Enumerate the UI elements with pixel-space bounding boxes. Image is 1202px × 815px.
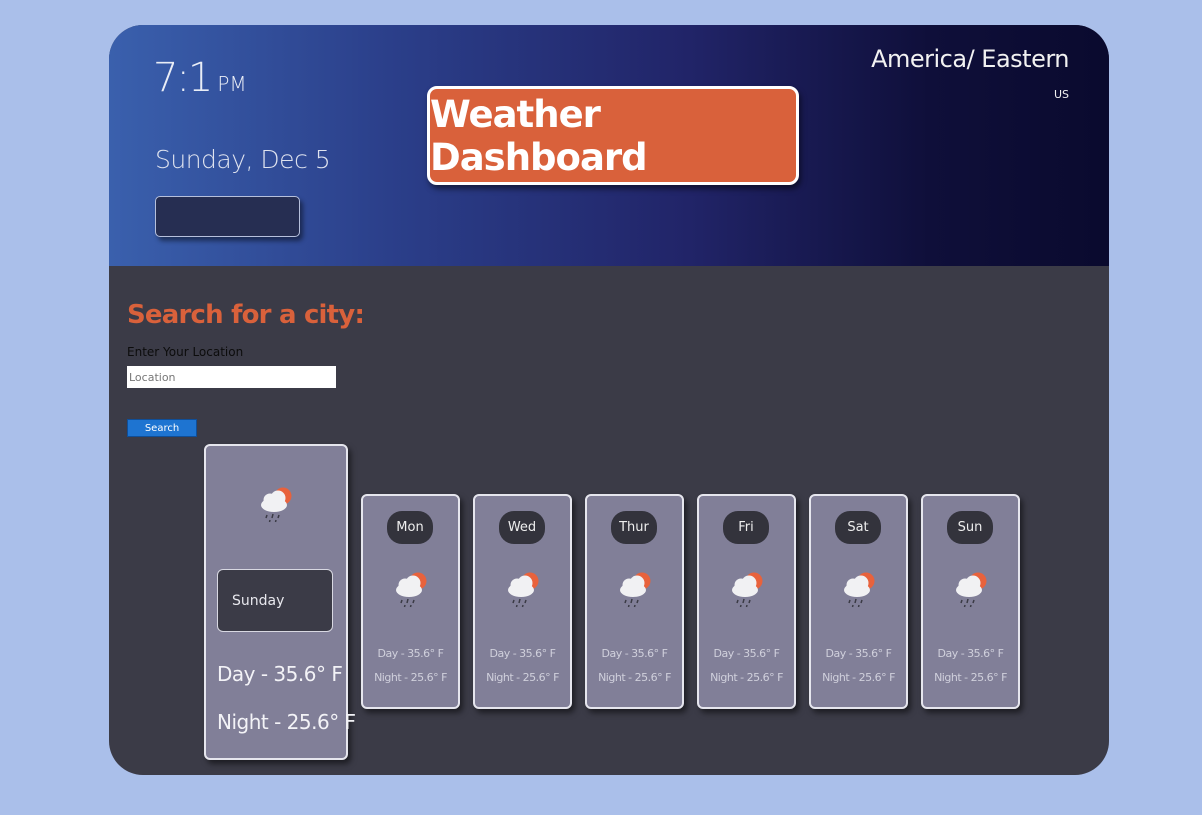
current-date: Sunday, Dec 5 [155, 145, 331, 174]
forecast-card: Thur Day - 35.6° F Night - 25.6° F [585, 494, 684, 709]
today-card: Sunday Day - 35.6° F Night - 25.6° F [204, 444, 356, 760]
forecast-night-temp: Night - 25.6° F [822, 671, 895, 684]
forecast-day-temp: Day - 35.6° F [377, 647, 445, 660]
forecast-day-label: Wed [499, 511, 545, 544]
weather-dashboard-app: 7:1 PM Sunday, Dec 5 Weather Dashboard Am… [109, 25, 1109, 775]
forecast-day-temp: Day - 35.6° F [937, 647, 1005, 660]
clock-ampm: PM [217, 72, 247, 96]
forecast-card: Sat Day - 35.6° F Night - 25.6° F [809, 494, 908, 709]
forecast-night-temp: Night - 25.6° F [598, 671, 671, 684]
clock-time: 7:1 [153, 55, 213, 101]
forecast-day-label: Sun [947, 511, 993, 544]
forecast-day-temp: Day - 35.6° F [601, 647, 669, 660]
rain-cloud-sun-icon [615, 569, 655, 613]
rain-cloud-sun-icon [391, 569, 431, 613]
forecast-night-temp: Night - 25.6° F [486, 671, 559, 684]
forecast-day-label: Fri [723, 511, 769, 544]
forecast-card: Wed Day - 35.6° F Night - 25.6° F [473, 494, 572, 709]
rain-cloud-sun-icon [256, 484, 296, 528]
clock: 7:1 PM [153, 55, 247, 101]
search-button[interactable]: Search [127, 419, 197, 437]
timezone-label: America/ Eastern [871, 45, 1069, 73]
forecast-day-label: Sat [835, 511, 881, 544]
rain-cloud-sun-icon [951, 569, 991, 613]
forecast-night-temp: Night - 25.6° F [710, 671, 783, 684]
forecast-card: Mon Day - 35.6° F Night - 25.6° F [361, 494, 460, 709]
forecast-night-temp: Night - 25.6° F [374, 671, 447, 684]
today-day-temp: Day - 35.6° F [217, 662, 343, 686]
forecast-night-temp: Night - 25.6° F [934, 671, 1007, 684]
forecast-day-temp: Day - 35.6° F [825, 647, 893, 660]
forecast-day-label: Mon [387, 511, 433, 544]
today-night-temp: Night - 25.6° F [217, 710, 356, 734]
rain-cloud-sun-icon [839, 569, 879, 613]
forecast-day-label: Thur [611, 511, 657, 544]
forecast-card: Fri Day - 35.6° F Night - 25.6° F [697, 494, 796, 709]
location-label: Enter Your Location [127, 345, 244, 359]
header-action-button[interactable] [155, 196, 300, 237]
country-label: US [1053, 88, 1069, 101]
location-input[interactable] [127, 366, 336, 388]
app-title-box: Weather Dashboard [427, 86, 799, 185]
search-heading: Search for a city: [127, 300, 365, 330]
today-day-label: Sunday [217, 569, 333, 632]
forecast-card: Sun Day - 35.6° F Night - 25.6° F [921, 494, 1020, 709]
rain-cloud-sun-icon [503, 569, 543, 613]
rain-cloud-sun-icon [727, 569, 767, 613]
header-banner: 7:1 PM Sunday, Dec 5 Weather Dashboard Am… [109, 25, 1109, 266]
forecast-day-temp: Day - 35.6° F [489, 647, 557, 660]
app-title: Weather Dashboard [430, 92, 648, 179]
forecast-day-temp: Day - 35.6° F [713, 647, 781, 660]
